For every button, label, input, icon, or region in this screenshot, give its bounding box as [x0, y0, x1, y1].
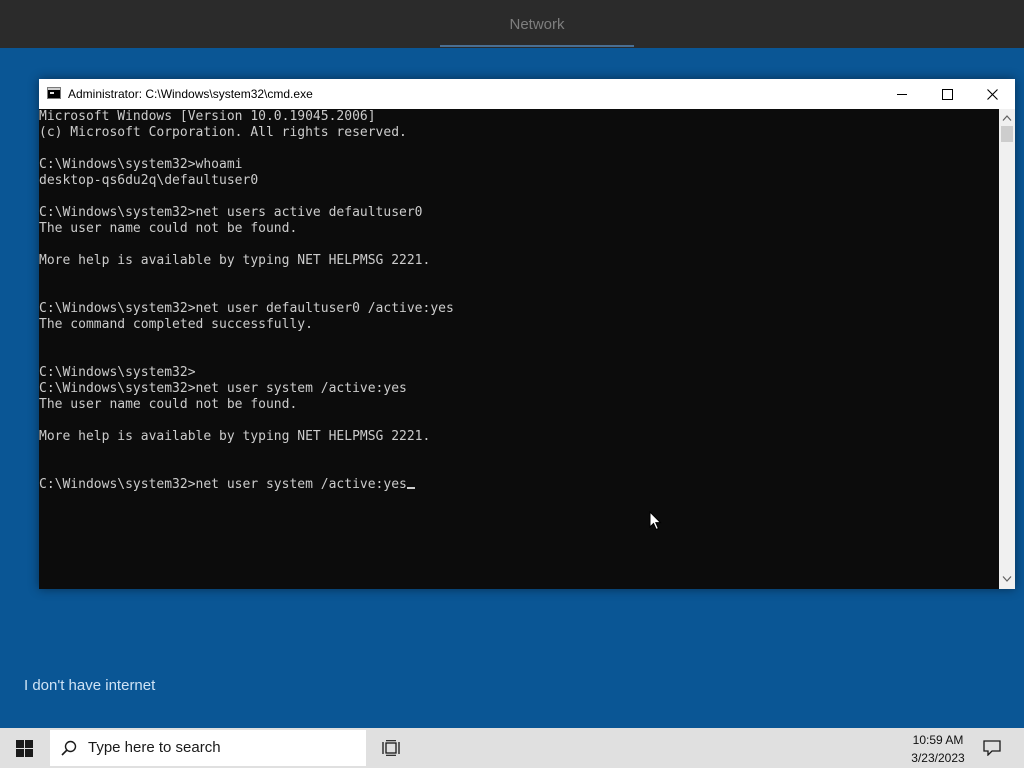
scroll-up-arrow-icon[interactable] — [1002, 114, 1012, 122]
notification-icon — [983, 740, 1001, 756]
taskbar-search-box[interactable]: Type here to search — [50, 730, 366, 766]
console-line: C:\Windows\system32>whoami — [39, 157, 243, 172]
task-view-icon — [382, 740, 400, 756]
start-button[interactable] — [0, 728, 48, 768]
close-icon — [986, 88, 998, 100]
vertical-scrollbar[interactable] — [999, 109, 1015, 589]
cmd-titlebar[interactable]: Administrator: C:\Windows\system32\cmd.e… — [39, 79, 1015, 109]
taskbar: Type here to search 10:59 AM 3/23/2023 — [0, 728, 1024, 768]
minimize-button[interactable] — [879, 79, 925, 109]
mouse-pointer-icon — [649, 511, 662, 531]
console-current-command: C:\Windows\system32>net user system /act… — [39, 477, 407, 492]
console-line: desktop-qs6du2q\defaultuser0 — [39, 173, 259, 188]
taskbar-clock[interactable]: 10:59 AM 3/23/2023 — [898, 730, 978, 766]
console-line: The user name could not be found. — [39, 397, 298, 412]
scroll-down-arrow-icon[interactable] — [1002, 575, 1012, 583]
oobe-header: Network — [0, 0, 1024, 48]
no-internet-link[interactable]: I don't have internet — [24, 677, 155, 694]
maximize-icon — [941, 88, 953, 100]
console-line: More help is available by typing NET HEL… — [39, 429, 431, 444]
oobe-page-title: Network — [509, 16, 565, 33]
scrollbar-thumb[interactable] — [1001, 126, 1013, 142]
search-placeholder: Type here to search — [88, 739, 221, 756]
console-line: C:\Windows\system32> — [39, 365, 196, 380]
console-output: Microsoft Windows [Version 10.0.19045.20… — [39, 109, 999, 493]
clock-time: 10:59 AM — [912, 733, 964, 747]
cmd-console[interactable]: Microsoft Windows [Version 10.0.19045.20… — [39, 109, 999, 589]
console-line: (c) Microsoft Corporation. All rights re… — [39, 125, 407, 140]
console-line: Microsoft Windows [Version 10.0.19045.20… — [39, 109, 376, 124]
console-input-line[interactable]: C:\Windows\system32>net user system /act… — [39, 477, 999, 493]
clock-date: 3/23/2023 — [911, 751, 965, 765]
console-line: The command completed successfully. — [39, 317, 313, 332]
console-line: C:\Windows\system32>net users active def… — [39, 205, 423, 220]
console-line: The user name could not be found. — [39, 221, 298, 236]
search-icon — [61, 740, 77, 756]
minimize-icon — [897, 93, 907, 95]
cmd-window-title: Administrator: C:\Windows\system32\cmd.e… — [68, 87, 313, 101]
text-cursor — [406, 487, 415, 489]
notification-center-button[interactable] — [978, 728, 1006, 768]
task-view-button[interactable] — [374, 728, 408, 768]
console-line: C:\Windows\system32>net user defaultuser… — [39, 301, 454, 316]
cmd-window[interactable]: Administrator: C:\Windows\system32\cmd.e… — [39, 79, 1015, 589]
maximize-button[interactable] — [924, 79, 970, 109]
console-line: More help is available by typing NET HEL… — [39, 253, 431, 268]
cmd-app-icon[interactable] — [47, 87, 61, 99]
close-button[interactable] — [969, 79, 1015, 109]
oobe-title-underline — [440, 45, 634, 47]
windows-logo-icon — [15, 739, 33, 757]
console-line: C:\Windows\system32>net user system /act… — [39, 381, 407, 396]
